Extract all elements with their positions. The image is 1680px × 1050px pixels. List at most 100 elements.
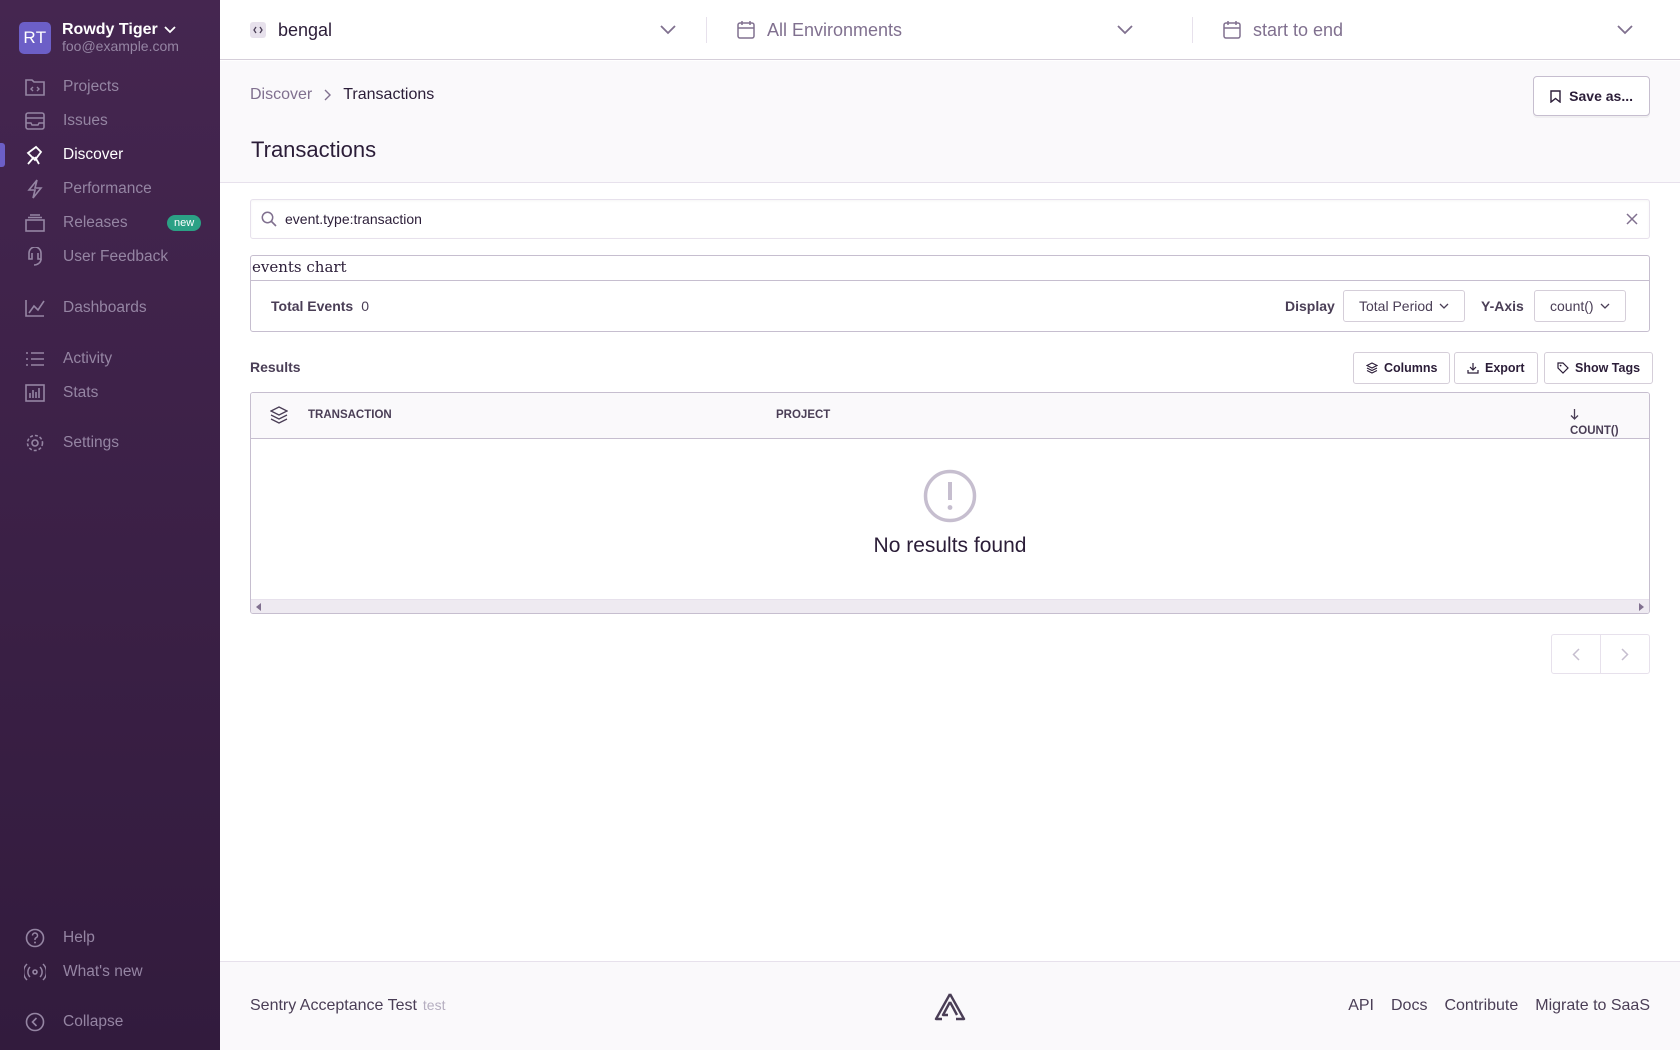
chart-placeholder: events chart — [251, 256, 1649, 281]
releases-icon — [24, 212, 46, 234]
time-range-selector[interactable]: start to end — [1192, 17, 1680, 43]
breadcrumb-discover[interactable]: Discover — [250, 86, 312, 104]
chevron-down-icon — [1117, 25, 1133, 35]
chevron-right-icon — [324, 89, 332, 101]
chevron-down-icon — [660, 25, 676, 35]
footer-link-docs[interactable]: Docs — [1391, 997, 1427, 1015]
chevron-down-icon — [164, 25, 176, 33]
empty-state: No results found — [251, 440, 1649, 590]
search-input[interactable]: event.type:transaction — [250, 199, 1650, 239]
org-email: foo@example.com — [62, 38, 179, 54]
chevron-down-icon — [1439, 303, 1449, 309]
bar-chart-icon — [24, 382, 46, 404]
show-tags-label: Show Tags — [1575, 361, 1641, 375]
list-icon — [24, 348, 46, 370]
sidebar-item-whats-new[interactable]: What's new — [0, 955, 220, 989]
global-selection-header: bengal All Environments start to end — [220, 0, 1680, 60]
display-dropdown[interactable]: Total Period — [1343, 290, 1465, 322]
sidebar-item-settings[interactable]: Settings — [0, 426, 220, 460]
footer: Sentry Acceptance Test test API Docs Cont… — [220, 961, 1680, 1050]
columns-label: Columns — [1384, 361, 1438, 375]
sidebar-item-label: Settings — [63, 434, 120, 451]
environment-selector[interactable]: All Environments — [706, 17, 1192, 43]
y-axis-dropdown[interactable]: count() — [1534, 290, 1626, 322]
display-value: Total Period — [1359, 298, 1433, 314]
layers-icon[interactable] — [270, 406, 288, 424]
total-events-value: 0 — [361, 298, 369, 314]
y-axis-label: Y-Axis — [1481, 298, 1524, 314]
sidebar-item-label: Discover — [63, 146, 124, 163]
sidebar-item-label: Stats — [63, 384, 99, 401]
chevron-left-icon — [1572, 647, 1580, 661]
sidebar: RT Rowdy Tiger foo@example.com Projects … — [0, 0, 220, 1050]
search-query: event.type:transaction — [285, 211, 422, 227]
sidebar-item-label: Performance — [63, 180, 152, 197]
sidebar-item-discover[interactable]: Discover — [0, 138, 220, 172]
sidebar-item-activity[interactable]: Activity — [0, 342, 220, 376]
next-page-button[interactable] — [1601, 635, 1649, 673]
lightning-icon — [24, 178, 46, 200]
save-as-button[interactable]: Save as... — [1533, 76, 1650, 116]
previous-page-button[interactable] — [1552, 635, 1601, 673]
sidebar-item-label: Releases — [63, 214, 128, 231]
projects-icon — [24, 76, 46, 98]
export-button[interactable]: Export — [1454, 352, 1538, 384]
bookmark-icon — [1550, 89, 1561, 103]
tag-icon — [1557, 362, 1569, 374]
footer-link-contribute[interactable]: Contribute — [1444, 997, 1518, 1015]
results-label: Results — [250, 359, 301, 375]
footer-org-name: Sentry Acceptance Test — [250, 997, 417, 1014]
time-range-label: start to end — [1253, 19, 1344, 40]
column-header-count[interactable]: count() — [1570, 409, 1619, 437]
sentry-logo-icon[interactable] — [933, 992, 967, 1022]
sidebar-item-dashboards[interactable]: Dashboards — [0, 291, 220, 325]
total-events-label: Total Events — [271, 298, 354, 314]
line-chart-icon — [24, 297, 46, 319]
columns-button[interactable]: Columns — [1353, 352, 1451, 384]
sidebar-item-releases[interactable]: Releases new — [0, 206, 220, 240]
calendar-icon — [1223, 21, 1241, 39]
sidebar-item-collapse[interactable]: Collapse — [0, 1005, 220, 1039]
sidebar-item-label: Projects — [63, 78, 119, 95]
project-selector[interactable]: bengal — [220, 0, 706, 60]
pagination — [1551, 634, 1650, 674]
sidebar-item-label: User Feedback — [63, 248, 169, 265]
broadcast-icon — [24, 961, 46, 983]
sidebar-item-issues[interactable]: Issues — [0, 104, 220, 138]
sidebar-item-help[interactable]: Help — [0, 921, 220, 955]
close-icon[interactable] — [1625, 212, 1639, 226]
horizontal-scrollbar[interactable] — [251, 599, 1649, 613]
warning-circle-icon — [923, 469, 977, 523]
footer-link-migrate[interactable]: Migrate to SaaS — [1535, 997, 1650, 1015]
sidebar-item-label: Collapse — [63, 1013, 124, 1030]
scroll-left-icon[interactable] — [256, 603, 262, 611]
question-icon — [24, 927, 46, 949]
org-name: Rowdy Tiger — [62, 21, 158, 38]
sidebar-item-label: Dashboards — [63, 299, 147, 316]
chevron-down-icon — [1617, 25, 1633, 35]
show-tags-button[interactable]: Show Tags — [1544, 352, 1654, 384]
page-header: Discover Transactions Transactions Save … — [220, 61, 1680, 183]
breadcrumb-current: Transactions — [343, 86, 435, 103]
new-badge: new — [167, 215, 202, 231]
org-switcher[interactable]: RT Rowdy Tiger foo@example.com — [19, 21, 179, 55]
scroll-right-icon[interactable] — [1638, 603, 1644, 611]
sidebar-item-performance[interactable]: Performance — [0, 172, 220, 206]
sidebar-item-label: Activity — [63, 350, 113, 367]
display-label: Display — [1285, 298, 1335, 314]
download-icon — [1467, 363, 1479, 374]
sidebar-item-stats[interactable]: Stats — [0, 376, 220, 410]
sidebar-item-label: Issues — [63, 112, 108, 129]
search-icon — [261, 211, 277, 227]
sidebar-item-projects[interactable]: Projects — [0, 70, 220, 104]
table-header: Transaction Project count() — [251, 393, 1649, 439]
column-header-transaction[interactable]: Transaction — [308, 409, 392, 421]
megaphone-icon — [24, 246, 46, 268]
sidebar-item-label: What's new — [63, 963, 143, 980]
sidebar-item-user-feedback[interactable]: User Feedback — [0, 240, 220, 274]
org-avatar: RT — [19, 22, 51, 54]
total-events: Total Events 0 — [271, 298, 369, 314]
column-header-project[interactable]: Project — [776, 409, 830, 421]
footer-link-api[interactable]: API — [1348, 997, 1374, 1015]
chevron-down-icon — [1600, 303, 1610, 309]
